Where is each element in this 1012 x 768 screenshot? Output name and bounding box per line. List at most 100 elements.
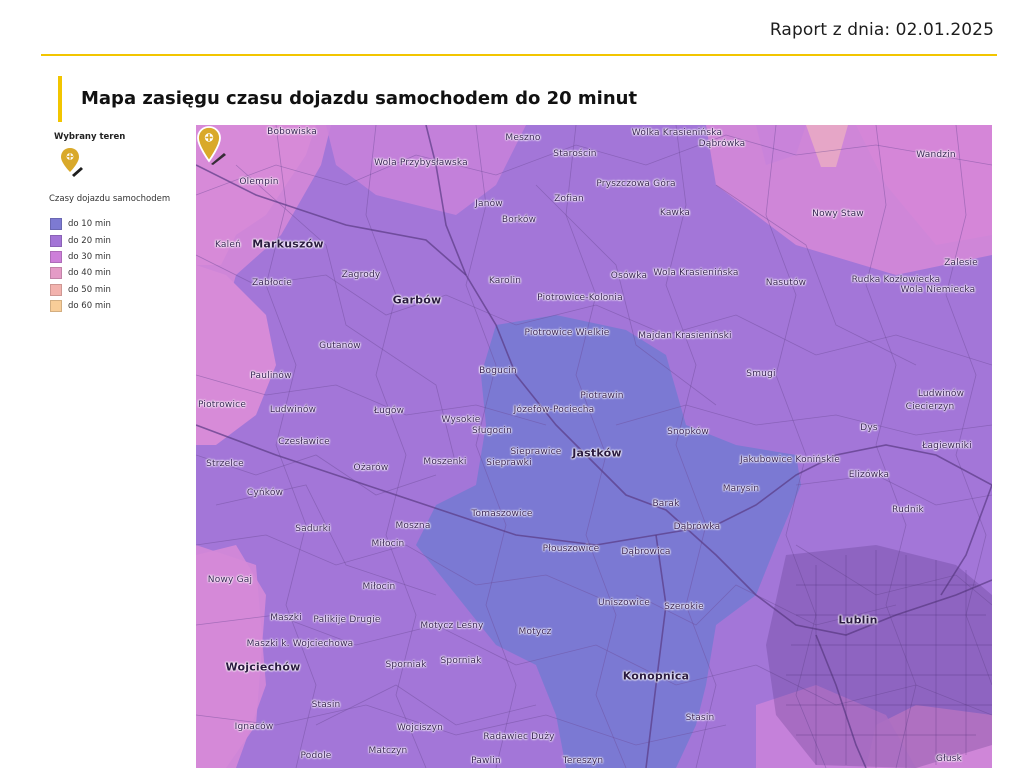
- legend-swatch: [50, 234, 62, 247]
- place-label: Ożarów: [353, 463, 389, 473]
- place-label: Bogucin: [479, 366, 517, 376]
- place-label: Sporniak: [440, 656, 482, 666]
- place-label: Jastków: [572, 446, 622, 460]
- place-label: Wandzin: [916, 150, 956, 160]
- place-label: Ługów: [373, 406, 405, 416]
- place-label: Głusk: [935, 754, 963, 764]
- place-label: Tereszyn: [562, 756, 604, 766]
- place-label: Jakubowice Konińskie: [739, 455, 841, 465]
- place-label: Ludwinów: [269, 405, 317, 415]
- place-label: Ciecierzyn: [905, 402, 955, 412]
- report-date: Raport z dnia: 02.01.2025: [769, 20, 994, 40]
- place-label: Stasin: [685, 713, 715, 723]
- legend-swatch: [50, 283, 62, 296]
- place-label: Piotrowice Wielkie: [524, 328, 610, 338]
- place-label: Smugi: [746, 369, 776, 379]
- place-label: Wola Niemiecka: [900, 285, 976, 295]
- legend-label: do 30 min: [68, 251, 111, 262]
- legend-swatch: [50, 250, 62, 263]
- place-label: Maszki: [270, 613, 302, 623]
- place-label: Nasutów: [765, 278, 807, 288]
- place-label: Sieprawki: [486, 458, 532, 468]
- place-label: Sługocin: [472, 426, 512, 436]
- place-label: Garbów: [392, 293, 442, 307]
- place-label: Uniszowice: [597, 598, 651, 608]
- legend-swatch: [50, 218, 62, 231]
- place-label: Maszki k. Wojciechowa: [246, 639, 354, 649]
- place-label: Marysin: [722, 484, 760, 494]
- place-label: Markuszów: [252, 237, 324, 251]
- place-label: Pryszczowa Góra: [596, 179, 676, 189]
- place-label: Palikije Drugie: [313, 615, 381, 625]
- place-label: Gutanów: [319, 341, 361, 351]
- place-label: Józefów-Pociecha: [513, 405, 595, 415]
- place-label: Wojciszyn: [396, 723, 444, 733]
- place-label: Dąbrówka: [698, 139, 746, 149]
- place-label: Dąbrówka: [673, 522, 721, 532]
- legend-label: do 20 min: [68, 235, 111, 246]
- place-label: Nowy Gaj: [207, 575, 253, 585]
- legend-item: do 60 min: [50, 298, 111, 314]
- place-label: Lublin: [838, 613, 878, 627]
- place-label: Nowy Staw: [812, 209, 864, 219]
- place-label: Osówka: [610, 271, 648, 281]
- lublin-urban-area: [766, 545, 992, 768]
- place-label: Miłocin: [371, 539, 405, 549]
- place-label: Pawlin: [471, 756, 501, 766]
- legend-travel-times-title: Czasy dojazdu samochodem: [49, 194, 171, 204]
- place-label: Motycz Leśny: [420, 621, 484, 631]
- place-label: Rudnik: [892, 505, 924, 515]
- place-label: Borków: [501, 215, 537, 225]
- place-label: Konopnica: [622, 669, 690, 683]
- place-label: Sadurki: [295, 524, 331, 534]
- place-label: Barak: [652, 499, 680, 509]
- place-label: Majdan Krasieniński: [638, 331, 732, 341]
- place-label: Zofian: [554, 194, 584, 204]
- place-label: Radawiec Duży: [483, 732, 555, 742]
- place-label: Paulinów: [250, 371, 292, 381]
- place-label: Tomaszowice: [471, 509, 533, 519]
- place-label: Czesławice: [278, 437, 330, 447]
- place-label: Moszenki: [423, 457, 467, 467]
- place-label: Snopków: [667, 427, 709, 437]
- legend-item: do 30 min: [50, 249, 111, 265]
- legend-item: do 20 min: [50, 232, 111, 248]
- place-label: Janów: [475, 199, 503, 209]
- place-label: Wólka Krasienińska: [631, 128, 723, 138]
- legend-selected-area-title: Wybrany teren: [54, 132, 126, 142]
- place-label: Łagiewniki: [922, 441, 972, 451]
- place-label: Kawka: [659, 208, 691, 218]
- place-label: Piotrawin: [580, 391, 624, 401]
- location-pin-icon: [61, 148, 83, 177]
- road-s19: [425, 125, 467, 276]
- place-label: Strzelce: [206, 459, 244, 469]
- place-label: Sieprawice: [510, 447, 562, 457]
- place-label: Dys: [860, 423, 878, 433]
- place-label: Wysokie: [441, 415, 481, 425]
- place-label: Dąbrowica: [621, 547, 671, 557]
- place-label: Motycz: [518, 627, 552, 637]
- place-label: Zabłocie: [251, 278, 293, 288]
- page-title: Mapa zasięgu czasu dojazdu samochodem do…: [81, 88, 638, 109]
- legend-swatch: [50, 300, 62, 313]
- legend-item: do 10 min: [50, 216, 111, 232]
- place-label: Starościn: [553, 149, 597, 159]
- travel-time-map[interactable]: Bobowiska Meszno Wólka Krasienińska Dąbrówk…: [196, 125, 992, 768]
- place-label: Ludwinów: [917, 389, 965, 399]
- legend-label: do 50 min: [68, 284, 111, 295]
- place-label: Karolin: [488, 276, 522, 286]
- travel-time-legend: do 10 min do 20 min do 30 min do 40 min do 5…: [50, 216, 111, 314]
- selected-location-pin-icon[interactable]: [196, 125, 226, 165]
- place-label: Ignaców: [234, 722, 274, 732]
- title-accent-bar: [58, 76, 62, 122]
- place-label: Rudka Kozłowiecka: [851, 275, 941, 285]
- header-divider: [41, 54, 997, 56]
- place-label: Stasin: [311, 700, 341, 710]
- place-label: Piotrowice-Kolonia: [537, 293, 623, 303]
- place-label: Elizówka: [848, 470, 890, 480]
- place-label: Podole: [300, 751, 332, 761]
- place-label: Zalesie: [944, 258, 978, 268]
- legend-label: do 10 min: [68, 219, 111, 230]
- legend-label: do 40 min: [68, 268, 111, 279]
- place-label: Szerokie: [664, 602, 704, 612]
